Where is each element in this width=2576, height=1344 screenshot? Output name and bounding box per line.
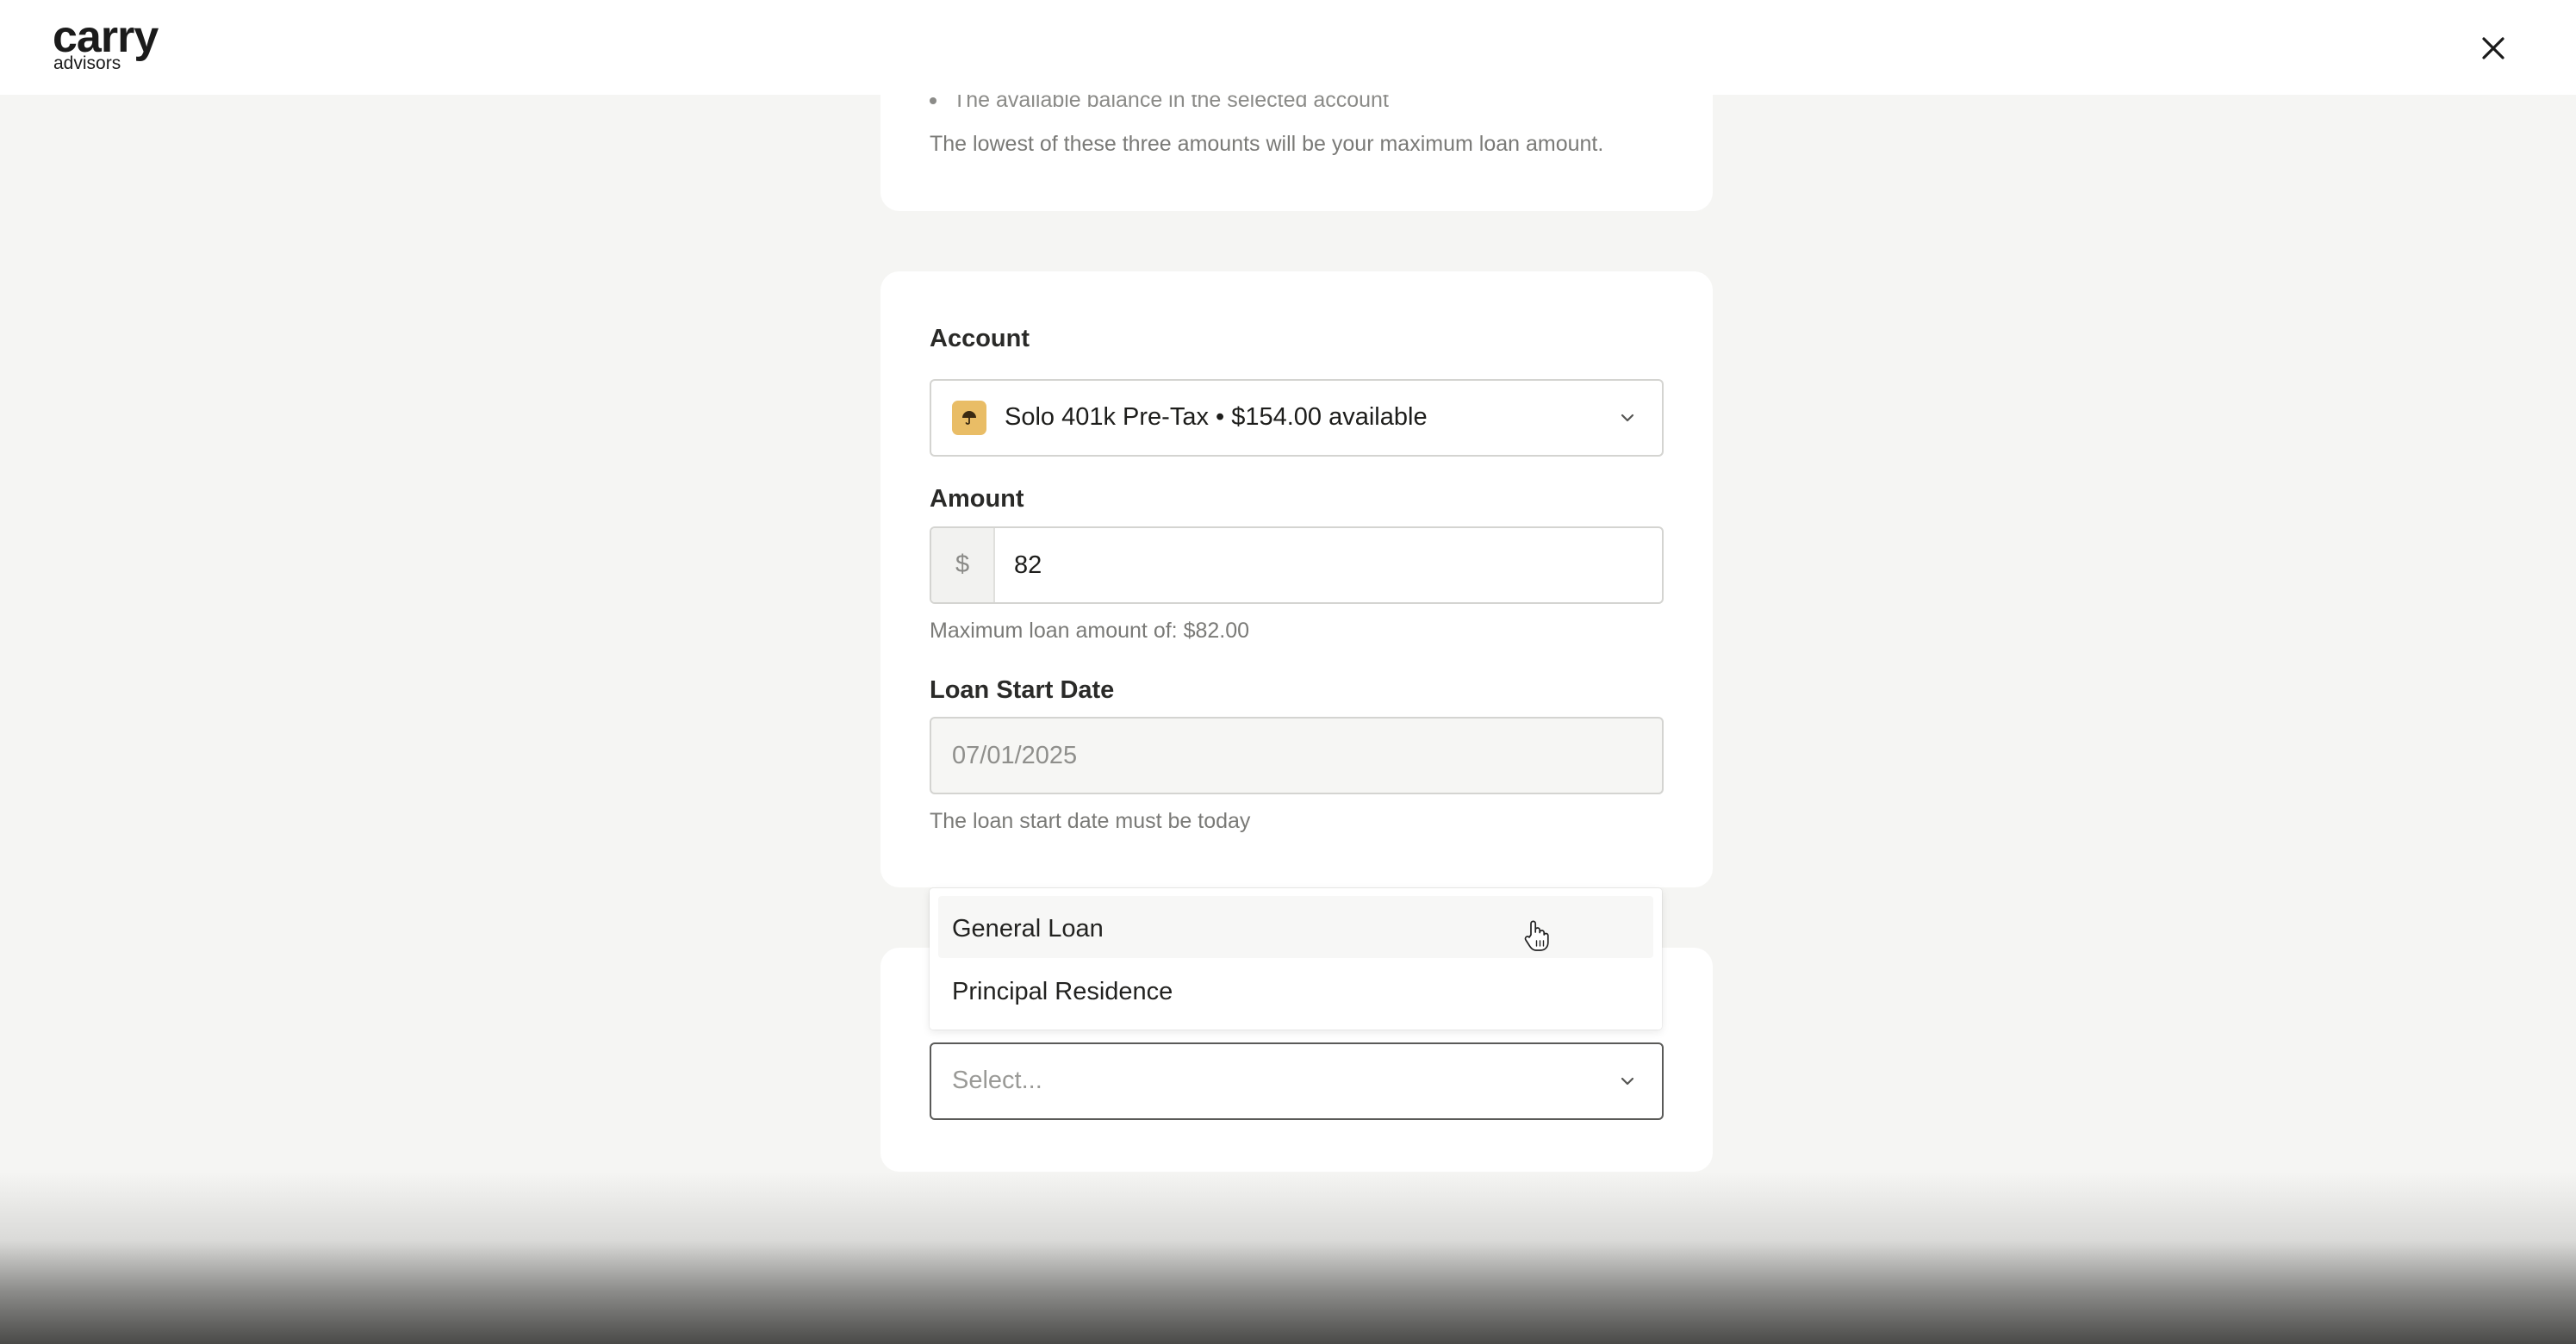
amount-input[interactable] [995, 528, 1662, 602]
hand-pointer-cursor-icon [1523, 919, 1549, 952]
loan-start-date-helper: The loan start date must be today [930, 809, 1251, 833]
option-principal-residence[interactable]: Principal Residence [938, 959, 1653, 1021]
account-label: Account [930, 325, 1030, 352]
umbrella-icon [952, 401, 986, 435]
max-loan-helper: Maximum loan amount of: $82.00 [930, 619, 1250, 643]
bottom-fade-overlay [0, 1172, 2576, 1344]
close-button[interactable] [2471, 26, 2516, 71]
loan-details-card: Account Solo 401k Pre-Tax • $154.00 avai… [880, 271, 1713, 887]
amount-field: $ [930, 526, 1664, 604]
loan-type-placeholder: Select... [952, 1067, 1042, 1094]
account-selected-value: Solo 401k Pre-Tax • $154.00 available [1005, 403, 1428, 431]
top-bar: carry advisors [0, 0, 2576, 95]
loan-type-dropdown-menu: General Loan Principal Residence [930, 888, 1662, 1030]
account-select[interactable]: Solo 401k Pre-Tax • $154.00 available [930, 379, 1664, 457]
currency-prefix: $ [931, 528, 995, 602]
logo-wordmark: carry [53, 12, 159, 62]
chevron-down-icon [1615, 406, 1640, 430]
carry-advisors-logo[interactable]: carry advisors [53, 12, 199, 73]
loan-start-date-input[interactable] [931, 719, 1658, 793]
amount-label: Amount [930, 485, 1024, 513]
loan-start-date-field [930, 717, 1664, 794]
logo-subtext: advisors [53, 53, 121, 73]
loan-start-date-label: Loan Start Date [930, 676, 1115, 704]
info-note: The lowest of these three amounts will b… [930, 132, 1604, 156]
chevron-down-icon [1615, 1069, 1640, 1093]
close-icon [2482, 37, 2504, 59]
loan-type-select[interactable]: Select... [930, 1042, 1664, 1120]
